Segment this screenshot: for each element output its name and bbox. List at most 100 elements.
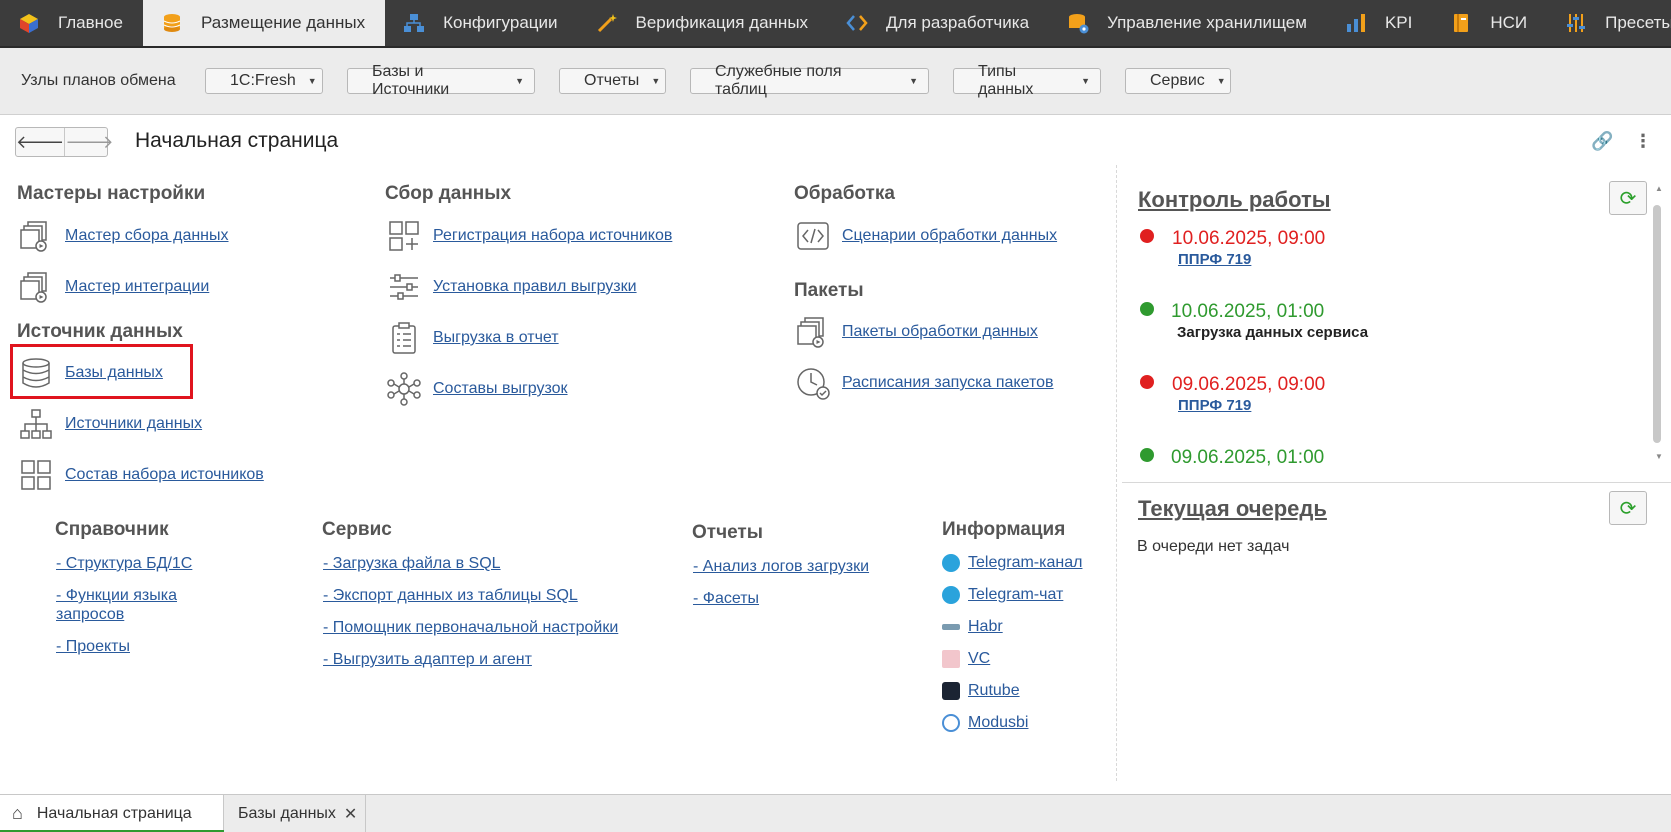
chevron-down-icon: ▼ bbox=[1081, 76, 1090, 86]
nav-tab-nsi[interactable]: НСИ bbox=[1432, 0, 1547, 46]
reports-link[interactable]: - Анализ логов загрузки bbox=[693, 557, 869, 576]
register-sources-link[interactable]: Регистрация набора источников bbox=[387, 219, 672, 253]
source-set-link[interactable]: Состав набора источников bbox=[19, 458, 264, 492]
refresh-icon[interactable]: ⟳ bbox=[1609, 491, 1647, 525]
control-scrollbar[interactable] bbox=[1653, 205, 1661, 443]
service-link[interactable]: - Загрузка файла в SQL bbox=[323, 554, 501, 573]
panel-divider bbox=[1116, 165, 1117, 781]
telegram-icon bbox=[942, 554, 960, 572]
modusbi-link[interactable]: Modusbi bbox=[942, 714, 1028, 732]
wizard-icon bbox=[19, 219, 53, 253]
tab-databases[interactable]: Базы данных ✕ bbox=[224, 795, 366, 832]
bottom-tabs: ⌂ Начальная страница Базы данных ✕ bbox=[0, 794, 1671, 832]
exchange-nodes-link[interactable]: Узлы планов обмена bbox=[21, 72, 176, 90]
nav-tab-main[interactable]: Главное bbox=[0, 0, 143, 46]
chevron-down-icon: ▼ bbox=[651, 76, 661, 86]
refresh-icon[interactable]: ⟳ bbox=[1609, 181, 1647, 215]
nav-tab-label: Для разработчика bbox=[886, 13, 1030, 32]
event-link[interactable]: ППРФ 719 bbox=[1178, 251, 1251, 268]
back-arrow-icon[interactable]: 🡐 bbox=[16, 128, 64, 156]
dropdown-bases-sources[interactable]: Базы и Источники ▼ bbox=[347, 63, 535, 98]
hierarchy-icon bbox=[19, 407, 53, 441]
sliders-icon bbox=[1565, 12, 1587, 34]
page-title: Начальная страница bbox=[135, 129, 339, 152]
export-sets-link[interactable]: Составы выгрузок bbox=[387, 372, 568, 406]
close-icon[interactable]: ✕ bbox=[344, 804, 357, 824]
network-icon bbox=[387, 372, 421, 406]
link-icon[interactable]: 🔗 bbox=[1591, 131, 1613, 152]
wizard-integration-link[interactable]: Мастер интеграции bbox=[19, 270, 209, 304]
reports-link[interactable]: - Фасеты bbox=[693, 589, 759, 608]
scroll-down-icon[interactable]: ▼ bbox=[1655, 452, 1663, 461]
control-title[interactable]: Контроль работы bbox=[1138, 187, 1331, 213]
vc-link[interactable]: VC bbox=[942, 650, 990, 668]
status-dot bbox=[1140, 448, 1154, 462]
telegram-channel-link[interactable]: Telegram-канал bbox=[942, 554, 1082, 572]
data-source-title: Источник данных bbox=[17, 321, 183, 342]
scroll-up-icon[interactable]: ▲ bbox=[1655, 184, 1663, 193]
queue-title[interactable]: Текущая очередь bbox=[1138, 496, 1327, 522]
packets-link[interactable]: Пакеты обработки данных bbox=[796, 315, 1038, 349]
reference-link[interactable]: - Проекты bbox=[56, 637, 130, 656]
code-file-icon bbox=[796, 219, 830, 253]
tab-home[interactable]: ⌂ Начальная страница bbox=[0, 795, 224, 832]
dropdown-service[interactable]: Сервис ▼ bbox=[1125, 68, 1231, 94]
wizard-collect-link[interactable]: Мастер сбора данных bbox=[19, 219, 229, 253]
reference-link[interactable]: - Функции языка запросов bbox=[56, 586, 216, 624]
wizard-icon bbox=[19, 270, 53, 304]
info-title: Информация bbox=[942, 519, 1066, 540]
packets-title: Пакеты bbox=[794, 280, 864, 301]
nav-tab-verification[interactable]: Верификация данных bbox=[578, 0, 829, 46]
nav-tab-label: Пресеты bbox=[1605, 13, 1671, 32]
telegram-chat-link[interactable]: Telegram-чат bbox=[942, 586, 1063, 604]
nav-tab-storage[interactable]: Управление хранилищем bbox=[1049, 0, 1327, 46]
chevron-down-icon: ▼ bbox=[909, 76, 918, 86]
dropdown-data-types[interactable]: Типы данных ▼ bbox=[953, 63, 1101, 98]
nav-tab-configurations[interactable]: Конфигурации bbox=[385, 0, 577, 46]
status-dot bbox=[1140, 229, 1154, 243]
database-icon bbox=[19, 356, 53, 390]
service-link[interactable]: - Выгрузить адаптер и агент bbox=[323, 650, 532, 669]
scenarios-link[interactable]: Сценарии обработки данных bbox=[796, 219, 1057, 253]
chevron-down-icon: ▼ bbox=[1216, 76, 1226, 86]
event-link[interactable]: ППРФ 719 bbox=[1178, 397, 1251, 414]
masters-title: Мастеры настройки bbox=[17, 183, 206, 204]
nav-tab-presets[interactable]: Пресеты bbox=[1547, 0, 1671, 46]
upload-rules-link[interactable]: Установка правил выгрузки bbox=[387, 270, 637, 304]
nav-tab-kpi[interactable]: KPI bbox=[1327, 0, 1432, 46]
clipboard-icon bbox=[387, 321, 421, 355]
forward-arrow-icon[interactable]: 🡒 bbox=[64, 128, 114, 156]
event-time: 09.06.2025, 01:00 bbox=[1171, 447, 1325, 468]
data-sources-link[interactable]: Источники данных bbox=[19, 407, 202, 441]
dropdown-reports[interactable]: Отчеты ▼ bbox=[559, 68, 666, 94]
habr-link[interactable]: Habr bbox=[942, 618, 1003, 636]
telegram-icon bbox=[942, 586, 960, 604]
nav-tab-label: KPI bbox=[1384, 13, 1413, 32]
event-time: 10.06.2025, 09:00 bbox=[1172, 228, 1326, 249]
service-title: Сервис bbox=[322, 519, 392, 540]
home-icon: ⌂ bbox=[12, 803, 23, 823]
export-report-link[interactable]: Выгрузка в отчет bbox=[387, 321, 559, 355]
nav-tab-data-placement[interactable]: Размещение данных bbox=[142, 0, 386, 46]
reports-title: Отчеты bbox=[692, 522, 763, 543]
book-icon bbox=[1450, 12, 1472, 34]
status-dot bbox=[1140, 302, 1154, 316]
service-link[interactable]: - Экспорт данных из таблицы SQL bbox=[323, 586, 578, 605]
nav-tab-label: Размещение данных bbox=[200, 13, 366, 32]
sub-toolbar: Узлы планов обмена 1C:Fresh ▼ Базы и Исто… bbox=[0, 48, 1671, 115]
dropdown-1c-fresh[interactable]: 1C:Fresh ▼ bbox=[205, 68, 323, 94]
more-vertical-icon[interactable]: ⋮ bbox=[1634, 131, 1652, 152]
reference-link[interactable]: - Структура БД/1С bbox=[56, 554, 192, 573]
service-link[interactable]: - Помощник первоначальной настройки bbox=[323, 618, 618, 637]
code-icon bbox=[846, 12, 868, 34]
event-time: 09.06.2025, 09:00 bbox=[1172, 374, 1326, 395]
status-dot bbox=[1140, 375, 1154, 389]
dropdown-service-fields[interactable]: Служебные поля таблиц ▼ bbox=[690, 63, 929, 98]
vc-icon bbox=[942, 650, 960, 668]
rutube-link[interactable]: Rutube bbox=[942, 682, 1020, 700]
schedules-link[interactable]: Расписания запуска пакетов bbox=[796, 366, 1054, 400]
processing-title: Обработка bbox=[794, 183, 895, 204]
cube-icon bbox=[18, 12, 40, 34]
databases-link[interactable]: Базы данных bbox=[19, 356, 163, 390]
nav-tab-developer[interactable]: Для разработчика bbox=[828, 0, 1049, 46]
